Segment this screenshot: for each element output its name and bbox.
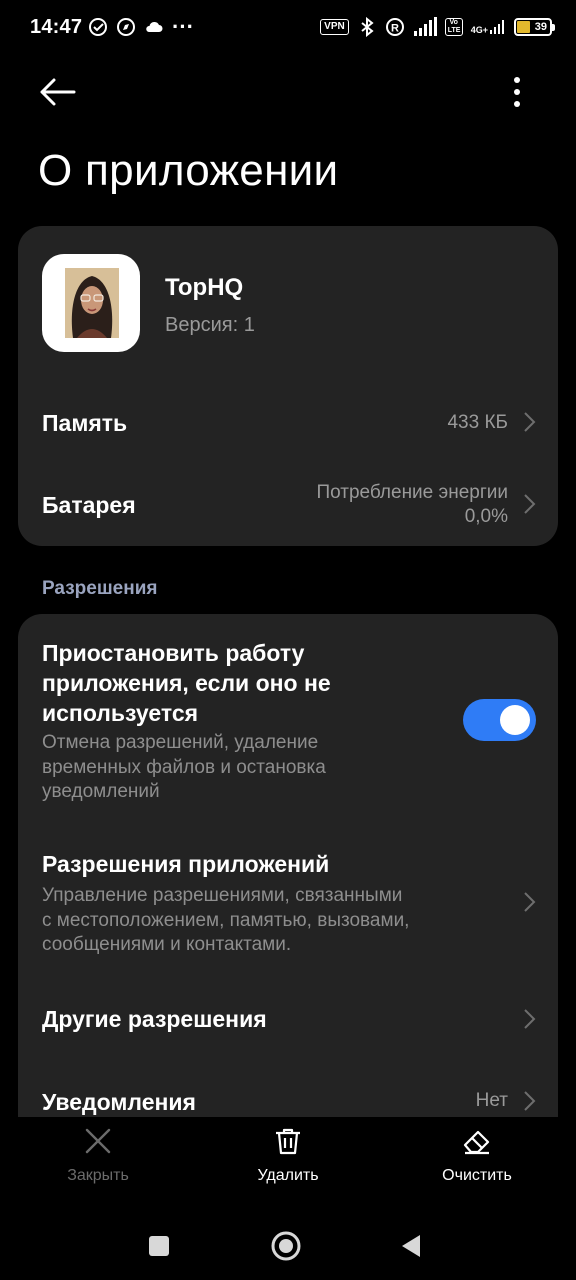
network-type: 4G+ bbox=[471, 19, 506, 35]
permissions-card: Приостановить работу приложения, если он… bbox=[18, 614, 558, 1117]
chevron-right-icon bbox=[524, 892, 536, 912]
vpn-badge: VPN bbox=[320, 19, 349, 35]
app-permissions-title: Разрешения приложений bbox=[42, 851, 330, 877]
app-name: TopHQ bbox=[165, 274, 244, 301]
app-info-card: TopHQ Версия: 1 Память 433 КБ Батарея По… bbox=[18, 226, 558, 546]
chevron-right-icon bbox=[524, 1009, 536, 1029]
arrow-left-icon bbox=[40, 78, 76, 106]
back-button[interactable] bbox=[36, 72, 80, 112]
eraser-icon bbox=[463, 1130, 490, 1155]
battery-indicator: 39 bbox=[514, 18, 555, 36]
pause-app-toggle[interactable] bbox=[463, 699, 536, 741]
memory-label: Память bbox=[42, 410, 128, 436]
svg-text:R: R bbox=[391, 23, 399, 35]
more-vertical-icon bbox=[514, 77, 520, 107]
clear-button[interactable]: Очистить bbox=[407, 1125, 547, 1185]
back-nav-button[interactable] bbox=[392, 1226, 432, 1266]
close-icon bbox=[85, 1128, 111, 1154]
more-options-button[interactable] bbox=[500, 72, 534, 112]
memory-row[interactable]: Память 433 КБ bbox=[18, 386, 558, 458]
app-icon bbox=[42, 254, 140, 352]
delete-button[interactable]: Удалить bbox=[218, 1125, 358, 1185]
home-button[interactable] bbox=[266, 1226, 306, 1266]
bottom-action-bar: Закрыть Удалить Очистить bbox=[0, 1117, 576, 1200]
trash-icon bbox=[276, 1128, 300, 1155]
toggle-knob bbox=[500, 705, 530, 735]
signal-icon bbox=[413, 17, 437, 36]
chevron-right-icon bbox=[524, 412, 536, 432]
battery-row[interactable]: Батарея Потребление энергии 0,0% bbox=[18, 466, 558, 546]
pause-app-row[interactable]: Приостановить работу приложения, если он… bbox=[18, 614, 558, 819]
compass-icon bbox=[117, 18, 135, 36]
notifications-title: Уведомления bbox=[42, 1089, 196, 1115]
app-permissions-row[interactable]: Разрешения приложений Управление разреше… bbox=[18, 834, 558, 974]
triangle-back-icon bbox=[402, 1235, 420, 1257]
more-notifications-icon: ··· bbox=[172, 14, 194, 39]
battery-level: 39 bbox=[534, 21, 547, 33]
close-label: Закрыть bbox=[67, 1167, 129, 1184]
recents-button[interactable] bbox=[139, 1226, 179, 1266]
app-photo bbox=[65, 268, 119, 338]
clear-label: Очистить bbox=[442, 1167, 512, 1184]
delete-label: Удалить bbox=[257, 1167, 319, 1184]
chevron-right-icon bbox=[524, 1091, 536, 1111]
memory-value: 433 КБ bbox=[447, 412, 508, 433]
pause-app-title: Приостановить работу приложения, если он… bbox=[42, 640, 331, 726]
check-circle-icon bbox=[89, 18, 107, 36]
bluetooth-icon bbox=[361, 17, 374, 37]
battery-label: Батарея bbox=[42, 492, 136, 518]
chevron-right-icon bbox=[524, 494, 536, 514]
registered-icon: R bbox=[385, 18, 404, 36]
cloud-icon bbox=[146, 21, 163, 32]
other-permissions-row[interactable]: Другие разрешения bbox=[18, 984, 558, 1054]
battery-fill bbox=[517, 21, 530, 33]
home-circle-icon bbox=[271, 1231, 301, 1261]
system-navigation-bar bbox=[0, 1208, 576, 1280]
status-time: 14:47 bbox=[30, 16, 83, 38]
permissions-section-title: Разрешения bbox=[42, 578, 158, 599]
portrait-image bbox=[65, 268, 119, 338]
volte-badge: Vo LTE bbox=[444, 18, 463, 36]
app-permissions-description: Управление разрешениями, связанными с ме… bbox=[42, 885, 410, 955]
notifications-value: Нет bbox=[475, 1090, 508, 1111]
square-icon bbox=[149, 1236, 169, 1256]
other-permissions-title: Другие разрешения bbox=[42, 1006, 267, 1032]
app-version: Версия: 1 bbox=[165, 314, 255, 336]
status-bar: 14:47 ··· VPN R Vo LTE 4G+ 39 bbox=[0, 0, 576, 58]
signal-icon-2 bbox=[490, 20, 504, 34]
close-button[interactable]: Закрыть bbox=[28, 1125, 168, 1185]
pause-app-description: Отмена разрешений, удаление временных фа… bbox=[42, 732, 326, 802]
notifications-row[interactable]: Уведомления Нет bbox=[18, 1069, 558, 1117]
page-title: О приложении bbox=[38, 146, 339, 195]
battery-usage-value: Потребление энергии 0,0% bbox=[316, 482, 508, 527]
